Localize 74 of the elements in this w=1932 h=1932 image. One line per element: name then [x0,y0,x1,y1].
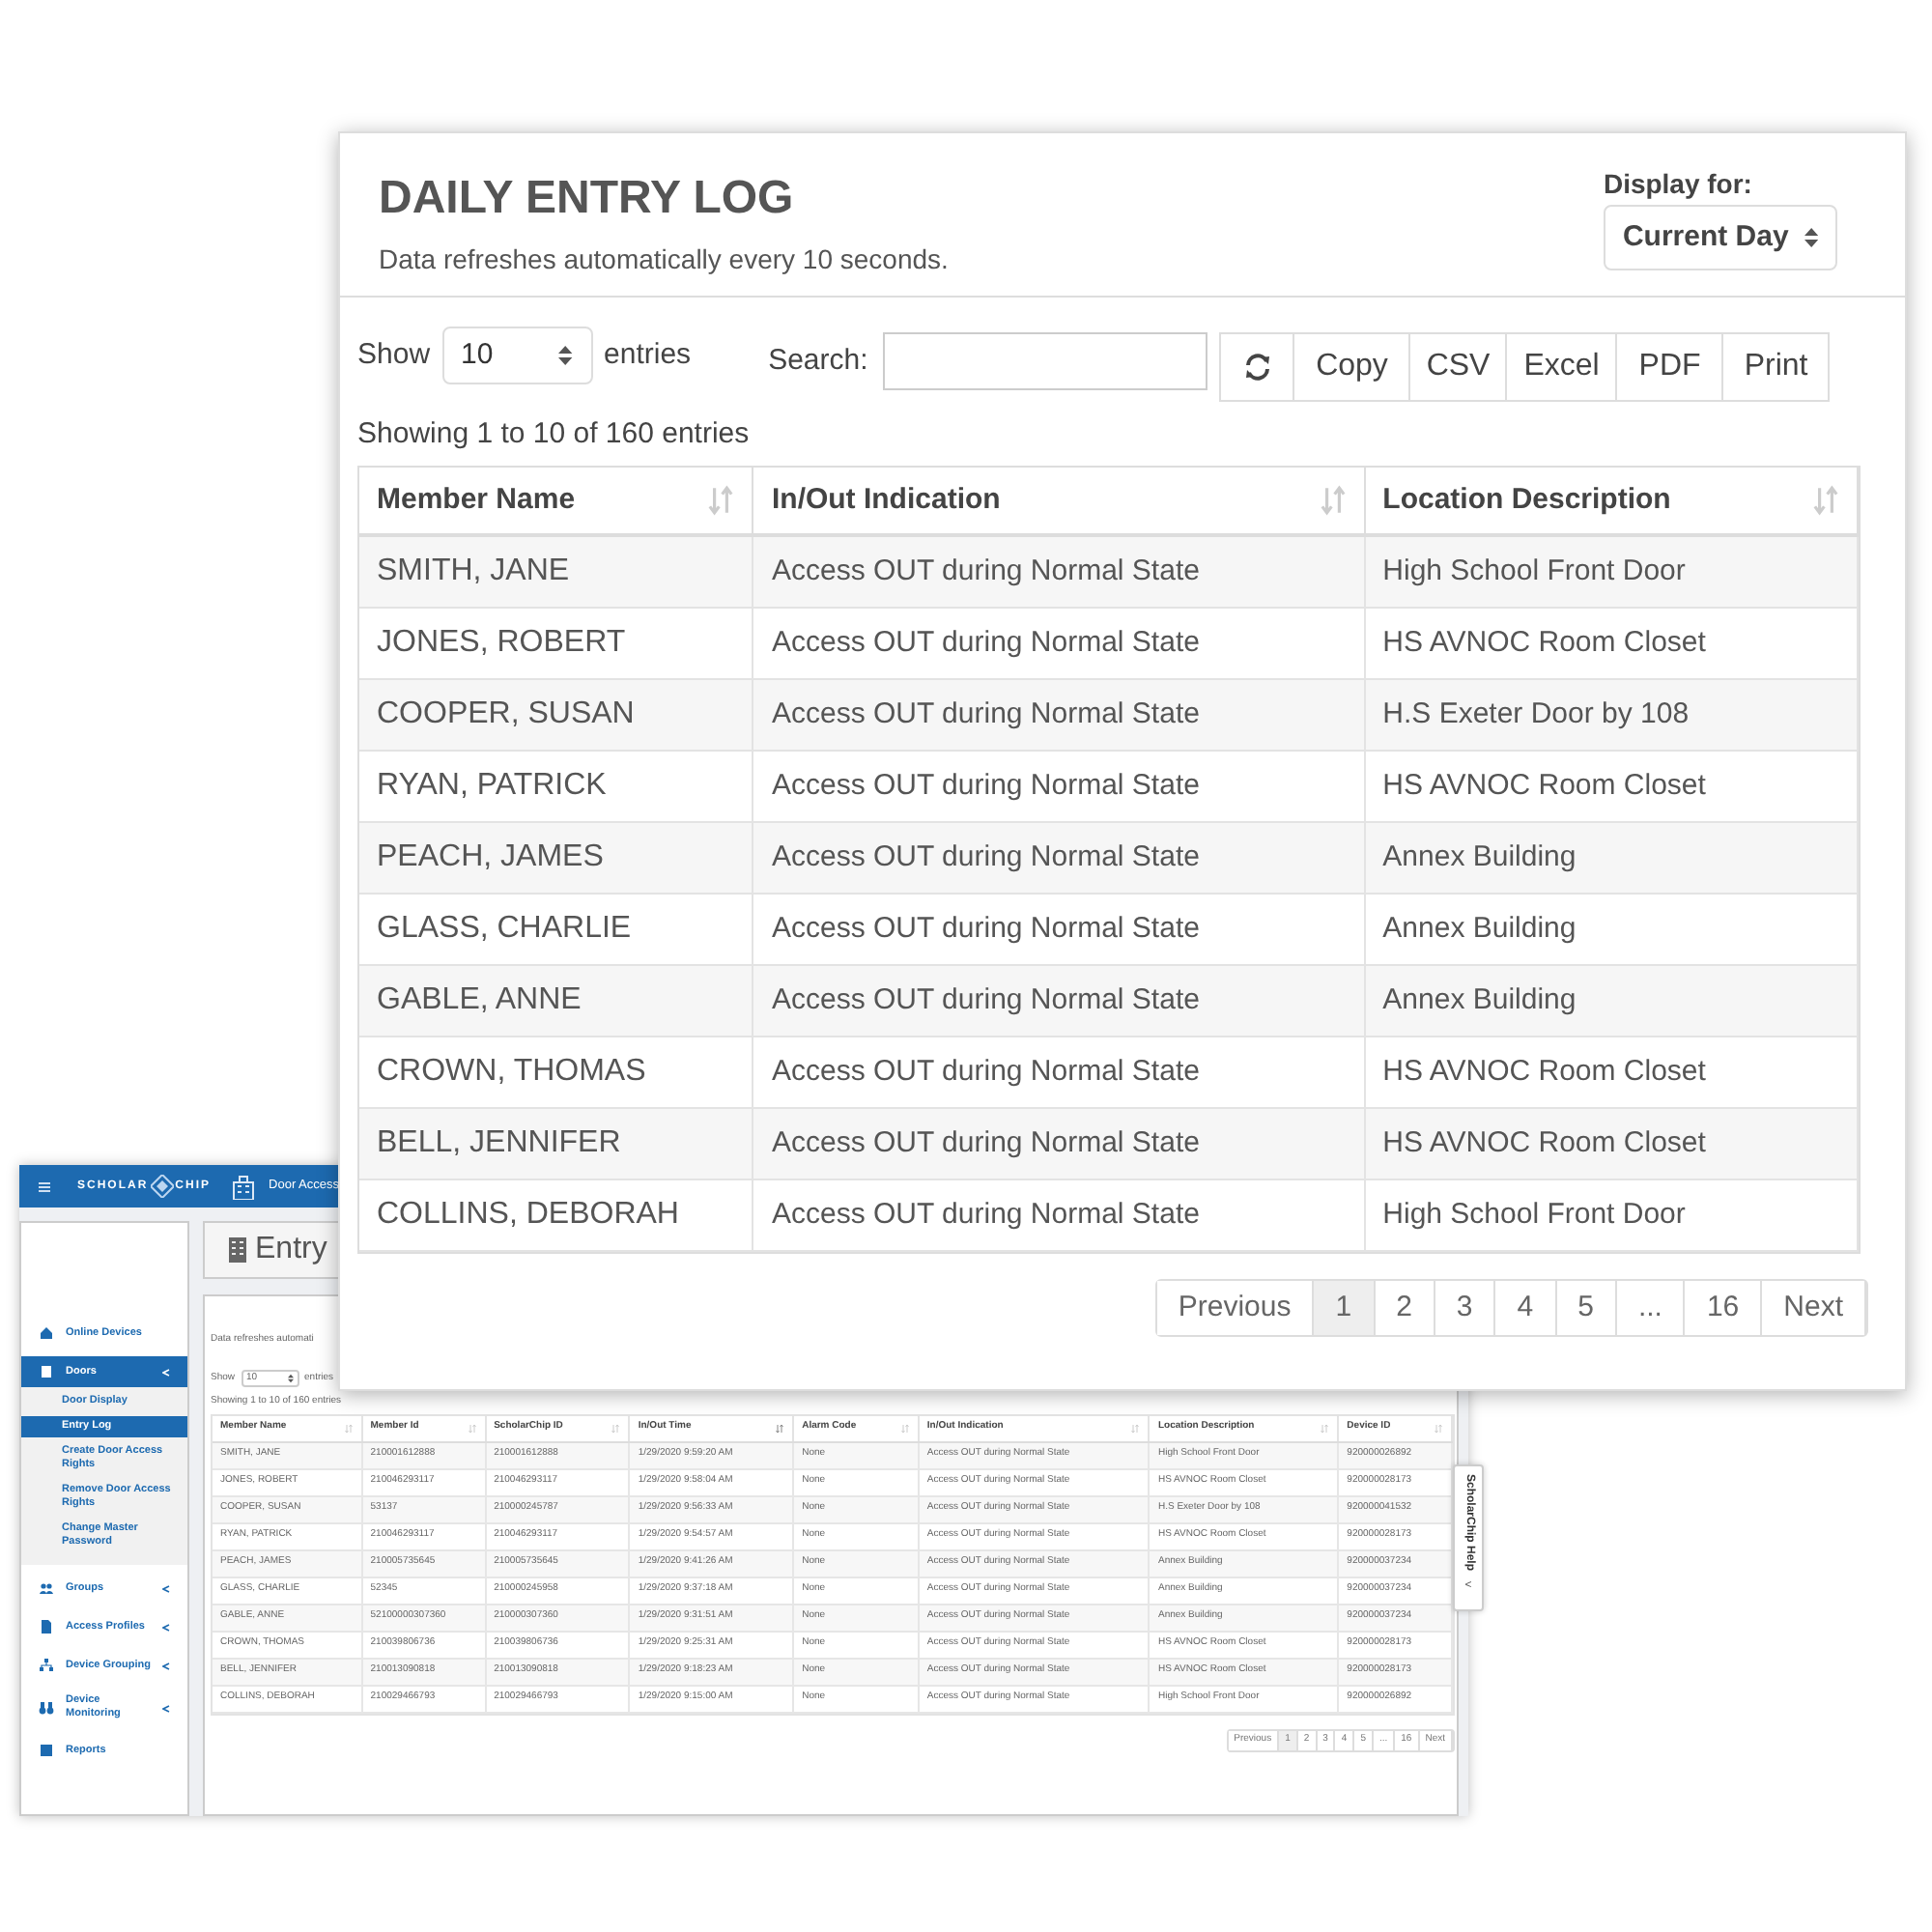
table-cell: Access OUT during Normal State [753,680,1366,750]
search-field[interactable] [883,332,1208,390]
building-icon [230,1173,258,1200]
table-cell: HS AVNOC Room Closet [1365,1109,1859,1179]
door-icon [39,1364,54,1379]
sort-icon [705,485,737,516]
diamond-logo-icon [150,1175,174,1198]
table-cell: SMITH, JANE [359,537,754,607]
table-cell: Access OUT during Normal State [753,895,1366,964]
table-cell: Access OUT during Normal State [753,752,1366,821]
column-header[interactable]: In/Out Indication [753,468,1366,533]
entries-label: entries [604,335,692,375]
sort-icon [611,1423,621,1433]
search-label: Search: [768,341,868,381]
card-title: DAILY ENTRY LOG [379,172,796,226]
show-label: Show [357,335,431,375]
up-down-caret-icon [1804,226,1818,249]
page-button[interactable]: 5 [1556,1281,1617,1335]
page-button[interactable]: 2 [1375,1281,1435,1335]
table-cell: COOPER, SUSAN [359,680,754,750]
table-cell: PEACH, JAMES [359,823,754,893]
binoculars-icon [39,1700,54,1716]
sort-icon [467,1423,477,1433]
table-cell: HS AVNOC Room Closet [1365,609,1859,678]
page-button[interactable]: Previous [1156,1281,1315,1335]
sort-icon [1434,1423,1443,1433]
table-cell: High School Front Door [1365,537,1859,607]
table-cell: Access OUT during Normal State [753,1180,1366,1250]
table-cell: Access OUT during Normal State [753,1037,1366,1107]
sort-icon [775,1423,785,1433]
table-cell: Annex Building [1365,823,1859,893]
table-cell: HS AVNOC Room Closet [1365,1037,1859,1107]
table-cell: Access OUT during Normal State [753,1109,1366,1179]
network-icon [39,1658,54,1673]
document-icon [39,1619,54,1634]
entries-info: Showing 1 to 10 of 160 entries [357,417,752,452]
page-button[interactable]: 1 [1314,1281,1376,1335]
menu-icon [39,1181,50,1191]
sort-icon [1320,1423,1330,1433]
table-cell: RYAN, PATRICK [359,752,754,821]
sort-icon [1810,485,1841,516]
table-cell: COLLINS, DEBORAH [359,1180,754,1250]
table-cell: Annex Building [1365,895,1859,964]
display-for-select[interactable]: Current Day [1603,205,1837,270]
building-icon [228,1236,247,1264]
page-title: Entry [255,1235,327,1265]
table-cell: Access OUT during Normal State [753,609,1366,678]
column-header[interactable]: Location Description [1365,468,1859,533]
table-cell: Access OUT during Normal State [753,537,1366,607]
sort-icon [899,1423,910,1433]
sort-icon [1317,485,1349,516]
table-cell: HS AVNOC Room Closet [1365,752,1859,821]
up-down-caret-icon [558,344,574,367]
table-cell: H.S Exeter Door by 108 [1365,680,1859,750]
column-header[interactable]: Member Name [359,468,754,533]
table-cell: GLASS, CHARLIE [359,895,754,964]
card-subtitle: Data refreshes automatically every 10 seconds. [379,242,949,278]
table-cell: CROWN, THOMAS [359,1037,754,1107]
users-icon [39,1580,54,1596]
page-size-select[interactable]: 10 [441,327,593,384]
table-cell: Access OUT during Normal State [753,966,1366,1036]
table-cell: JONES, ROBERT [359,609,754,678]
up-down-caret-icon [287,1374,294,1383]
table-cell: BELL, JENNIFER [359,1109,754,1179]
table-cell: Annex Building [1365,966,1859,1036]
table-cell: High School Front Door [1365,1180,1859,1250]
table-cell: Access OUT during Normal State [753,823,1366,893]
sort-icon [1130,1423,1141,1433]
home-icon [39,1325,54,1341]
display-for-label: Display for: [1603,170,1754,197]
table-cell: GABLE, ANNE [359,966,754,1036]
refresh-icon [1243,354,1271,381]
report-icon [39,1743,54,1758]
sort-icon [343,1423,354,1433]
